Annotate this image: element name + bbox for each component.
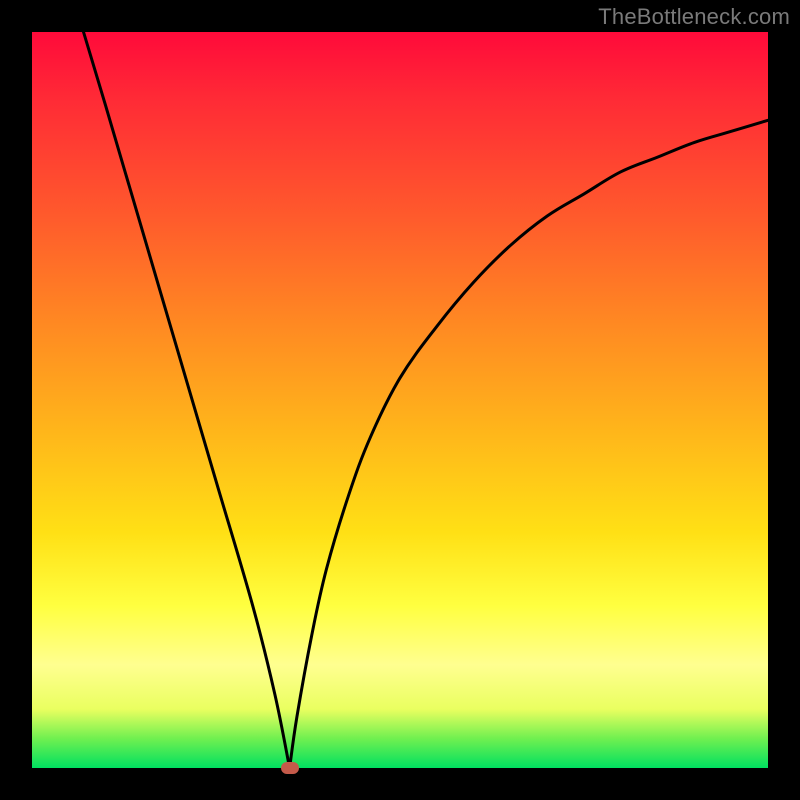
curve-left-branch (84, 32, 290, 768)
bottleneck-curve (32, 32, 768, 768)
watermark-text: TheBottleneck.com (598, 4, 790, 30)
outer-frame: TheBottleneck.com (0, 0, 800, 800)
curve-right-branch (290, 120, 768, 768)
optimal-point-marker (281, 762, 299, 774)
plot-area (32, 32, 768, 768)
